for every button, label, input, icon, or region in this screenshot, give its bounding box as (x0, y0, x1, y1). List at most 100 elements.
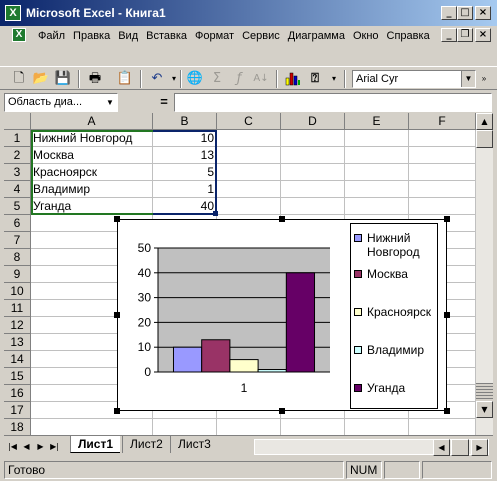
cell[interactable] (217, 181, 281, 198)
row-header[interactable]: 17 (4, 402, 31, 419)
prev-sheet-icon[interactable]: ◀ (20, 439, 33, 454)
chevron-down-icon[interactable]: ▼ (461, 71, 475, 87)
open-icon[interactable]: 📂 (32, 70, 50, 88)
menu-window[interactable]: Окно (349, 28, 383, 44)
cell[interactable] (217, 147, 281, 164)
toolbar-options-icon[interactable]: ▾ (325, 70, 343, 88)
cell[interactable] (409, 147, 476, 164)
doc-restore-button[interactable]: ❐ (457, 28, 473, 42)
sheet-tab-3[interactable]: Лист3 (170, 436, 218, 453)
scroll-left-icon[interactable]: ◀ (433, 439, 450, 456)
workbook-icon[interactable]: X (12, 28, 26, 42)
row-header[interactable]: 15 (4, 368, 31, 385)
scroll-down-icon[interactable]: ▼ (476, 401, 493, 418)
maximize-button[interactable]: □ (457, 6, 473, 20)
menu-insert[interactable]: Вставка (142, 28, 191, 44)
row-header[interactable]: 13 (4, 334, 31, 351)
cell[interactable] (217, 419, 281, 435)
row-header[interactable]: 18 (4, 419, 31, 435)
chart-wizard-icon[interactable] (284, 70, 302, 88)
vertical-scrollbar[interactable]: ▲ ▼ (476, 113, 493, 435)
row-header[interactable]: 14 (4, 351, 31, 368)
cell[interactable] (217, 164, 281, 181)
paste-icon[interactable]: 📋 (116, 70, 134, 88)
cell[interactable] (409, 419, 476, 435)
sheet-tab-1[interactable]: Лист1 (70, 436, 121, 453)
sort-icon[interactable]: A↓ (252, 70, 270, 88)
column-header-b[interactable]: B (153, 113, 217, 130)
doc-close-button[interactable]: × (475, 28, 491, 42)
first-sheet-icon[interactable]: |◀ (6, 439, 19, 454)
scroll-up-icon[interactable]: ▲ (476, 113, 493, 130)
sheet-tab-2[interactable]: Лист2 (122, 436, 170, 453)
new-icon[interactable]: 🗋 (10, 70, 28, 88)
cell[interactable] (345, 181, 409, 198)
select-all-corner[interactable] (4, 113, 31, 130)
menu-tools[interactable]: Сервис (238, 28, 284, 44)
cell[interactable] (409, 181, 476, 198)
menu-format[interactable]: Формат (191, 28, 238, 44)
cell[interactable] (217, 198, 281, 215)
cell[interactable] (345, 130, 409, 147)
row-header[interactable]: 6 (4, 215, 31, 232)
undo-icon[interactable]: ↶ (148, 70, 166, 88)
toolbar-more-icon[interactable]: » (478, 71, 490, 87)
cell[interactable] (345, 419, 409, 435)
row-header[interactable]: 7 (4, 232, 31, 249)
chart-resize-handle-n[interactable] (279, 216, 285, 222)
row-header[interactable]: 12 (4, 317, 31, 334)
cell[interactable] (281, 130, 345, 147)
cell[interactable] (345, 164, 409, 181)
cell[interactable] (153, 419, 217, 435)
cell[interactable] (281, 181, 345, 198)
chart-resize-handle-s[interactable] (279, 408, 285, 414)
vertical-scroll-thumb[interactable] (476, 130, 493, 148)
name-box[interactable]: Область диа... ▼ (4, 93, 118, 112)
row-header[interactable]: 8 (4, 249, 31, 266)
horizontal-scrollbar[interactable]: ◀ ▶ (254, 439, 489, 456)
menu-view[interactable]: Вид (114, 28, 142, 44)
row-header[interactable]: 2 (4, 147, 31, 164)
chart-resize-handle-e[interactable] (444, 312, 450, 318)
cell[interactable] (345, 198, 409, 215)
menu-chart[interactable]: Диаграмма (284, 28, 349, 44)
doc-minimize-button[interactable]: _ (441, 28, 457, 42)
formula-input[interactable] (174, 93, 492, 112)
column-header-c[interactable]: C (217, 113, 281, 130)
column-header-f[interactable]: F (409, 113, 476, 130)
cell[interactable] (345, 147, 409, 164)
print-icon[interactable]: 🖶 (86, 70, 104, 88)
cell[interactable] (409, 164, 476, 181)
menu-help[interactable]: Справка (383, 28, 434, 44)
row-header[interactable]: 1 (4, 130, 31, 147)
function-icon[interactable]: ƒ (230, 70, 248, 88)
horizontal-scroll-thumb[interactable] (451, 439, 469, 456)
scroll-right-icon[interactable]: ▶ (471, 439, 488, 456)
help-icon[interactable]: ⍰ (306, 70, 324, 88)
chart-resize-handle-nw[interactable] (114, 216, 120, 222)
chart-resize-handle-w[interactable] (114, 312, 120, 318)
row-header[interactable]: 4 (4, 181, 31, 198)
cell[interactable] (31, 419, 153, 435)
title-bar[interactable]: X Microsoft Excel - Книга1 _ □ × (0, 0, 497, 26)
minimize-button[interactable]: _ (441, 6, 457, 20)
save-icon[interactable]: 💾 (54, 70, 72, 88)
cell[interactable] (409, 198, 476, 215)
menu-file[interactable]: Файл (34, 28, 69, 44)
row-header[interactable]: 11 (4, 300, 31, 317)
split-box[interactable] (476, 383, 493, 401)
cell[interactable] (281, 147, 345, 164)
excel-app-icon[interactable]: X (5, 5, 21, 21)
row-header[interactable]: 9 (4, 266, 31, 283)
cell[interactable] (217, 130, 281, 147)
row-header[interactable]: 5 (4, 198, 31, 215)
cell[interactable] (281, 419, 345, 435)
cell[interactable] (281, 198, 345, 215)
chart-legend[interactable]: Нижний Новгород Москва Красноярск Владимир У… (350, 223, 438, 409)
embedded-chart[interactable]: 0 10 20 30 40 50 1 Нижний Новгород Москва Красно… (117, 219, 447, 411)
last-sheet-icon[interactable]: ▶| (48, 439, 61, 454)
close-button[interactable]: × (475, 6, 491, 20)
chart-resize-handle-se[interactable] (444, 408, 450, 414)
cell[interactable] (409, 130, 476, 147)
formula-equals-sign[interactable]: = (158, 94, 170, 110)
